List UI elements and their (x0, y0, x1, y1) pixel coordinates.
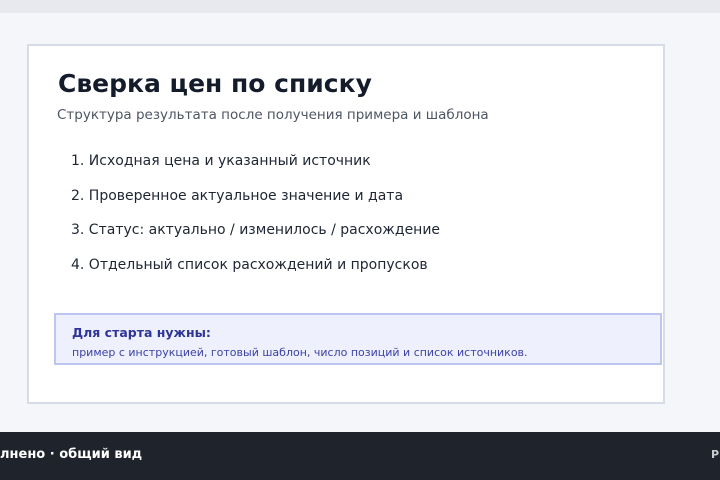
step-item: 1. Исходная цена и указанный источник (71, 153, 371, 169)
top-strip (0, 0, 720, 13)
status-right-text: Р (711, 448, 720, 461)
requirements-callout: Для старта нужны: пример с инструкцией, … (54, 313, 662, 365)
callout-text: пример с инструкцией, готовый шаблон, чи… (72, 346, 528, 359)
callout-title: Для старта нужны: (72, 325, 211, 340)
steps-list: 1. Исходная цена и указанный источник 2.… (71, 152, 631, 290)
page-content: Сверка цен по списку Структура результат… (0, 13, 720, 432)
step-item: 3. Статус: актуально / изменилось / расх… (71, 222, 441, 238)
bottom-status-bar: лнено · общий вид Р (0, 432, 720, 480)
card-title: Сверка цен по списку (58, 69, 372, 98)
status-text: лнено · общий вид (0, 447, 143, 462)
summary-card: Сверка цен по списку Структура результат… (27, 44, 665, 404)
step-item: 4. Отдельный список расхождений и пропус… (71, 256, 428, 273)
card-subtitle: Структура результата после получения при… (57, 107, 489, 123)
step-item: 2. Проверенное актуальное значение и дат… (71, 187, 404, 204)
